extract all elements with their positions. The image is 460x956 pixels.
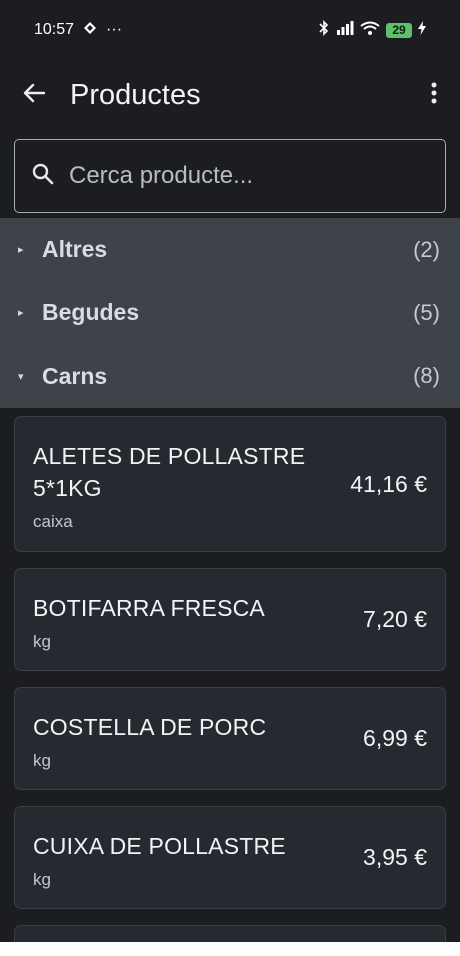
category-groups: ▸ Altres (2) ▸ Begudes (5) ▾ Carns (8) (0, 218, 460, 408)
product-price: 6,99 € (363, 725, 427, 751)
product-unit: kg (33, 750, 51, 770)
status-time: 10:57 (34, 21, 75, 38)
category-begudes[interactable]: ▸ Begudes (5) (0, 281, 460, 344)
product-card[interactable]: BOTIFARRA FRESCA kg 7,20 € (14, 568, 446, 671)
caret-right-icon: ▸ (18, 307, 24, 320)
bluetooth-icon (318, 19, 330, 41)
product-card-partial[interactable] (14, 925, 446, 943)
category-count: (5) (413, 299, 440, 325)
category-count: (8) (413, 363, 440, 389)
back-button[interactable] (6, 67, 62, 123)
product-info: COSTELLA DE PORC kg (33, 689, 353, 789)
status-right: 29 (318, 19, 426, 41)
products-screen: 10:57 ··· 29 Productes Cerca producte...… (0, 0, 460, 956)
app-bar: Productes (0, 60, 460, 130)
search-field[interactable] (14, 139, 446, 213)
more-vert-icon (431, 82, 437, 109)
product-info: BOTIFARRA FRESCA kg (33, 570, 353, 670)
product-unit: kg (33, 631, 51, 651)
overflow-menu-button[interactable] (410, 67, 458, 123)
product-price: 3,95 € (363, 844, 427, 870)
category-name: Altres (42, 236, 108, 263)
product-unit: kg (33, 869, 51, 889)
caret-right-icon: ▸ (18, 244, 24, 257)
product-info: ALETES DE POLLASTRE 5*1KG caixa (33, 418, 340, 550)
category-name: Begudes (42, 299, 140, 326)
caret-down-icon: ▾ (18, 370, 24, 383)
more-notifications-icon: ··· (106, 21, 123, 38)
category-count: (2) (413, 236, 440, 262)
notification-icon (82, 21, 98, 40)
wifi-icon (360, 21, 380, 40)
product-unit: caixa (33, 512, 73, 531)
battery-level: 29 (386, 22, 412, 38)
product-card[interactable]: ALETES DE POLLASTRE 5*1KG caixa 41,16 € (14, 416, 446, 552)
status-bar: 10:57 ··· 29 (0, 0, 460, 60)
bottom-edge (0, 942, 460, 956)
page-title: Productes (70, 78, 201, 111)
product-name: CUIXA DE POLLASTRE (33, 832, 286, 859)
product-price: 41,16 € (350, 470, 427, 497)
category-name: Carns (42, 362, 108, 389)
search-icon (31, 162, 55, 191)
product-name: COSTELLA DE PORC (33, 713, 267, 740)
arrow-left-icon (23, 83, 46, 108)
status-left: 10:57 ··· (34, 21, 122, 40)
product-price: 7,20 € (363, 606, 427, 632)
product-list: ALETES DE POLLASTRE 5*1KG caixa 41,16 € … (14, 416, 446, 943)
category-altres[interactable]: ▸ Altres (2) (0, 218, 460, 281)
product-info: CUIXA DE POLLASTRE kg (33, 808, 353, 908)
product-name: BOTIFARRA FRESCA (33, 594, 265, 621)
product-card[interactable]: CUIXA DE POLLASTRE kg 3,95 € (14, 806, 446, 909)
charging-icon (418, 20, 426, 40)
category-carns[interactable]: ▾ Carns (8) (0, 345, 460, 408)
signal-icon (336, 20, 354, 40)
product-card[interactable]: COSTELLA DE PORC kg 6,99 € (14, 687, 446, 790)
product-name: ALETES DE POLLASTRE 5*1KG (33, 443, 306, 501)
search-input[interactable] (69, 140, 445, 212)
